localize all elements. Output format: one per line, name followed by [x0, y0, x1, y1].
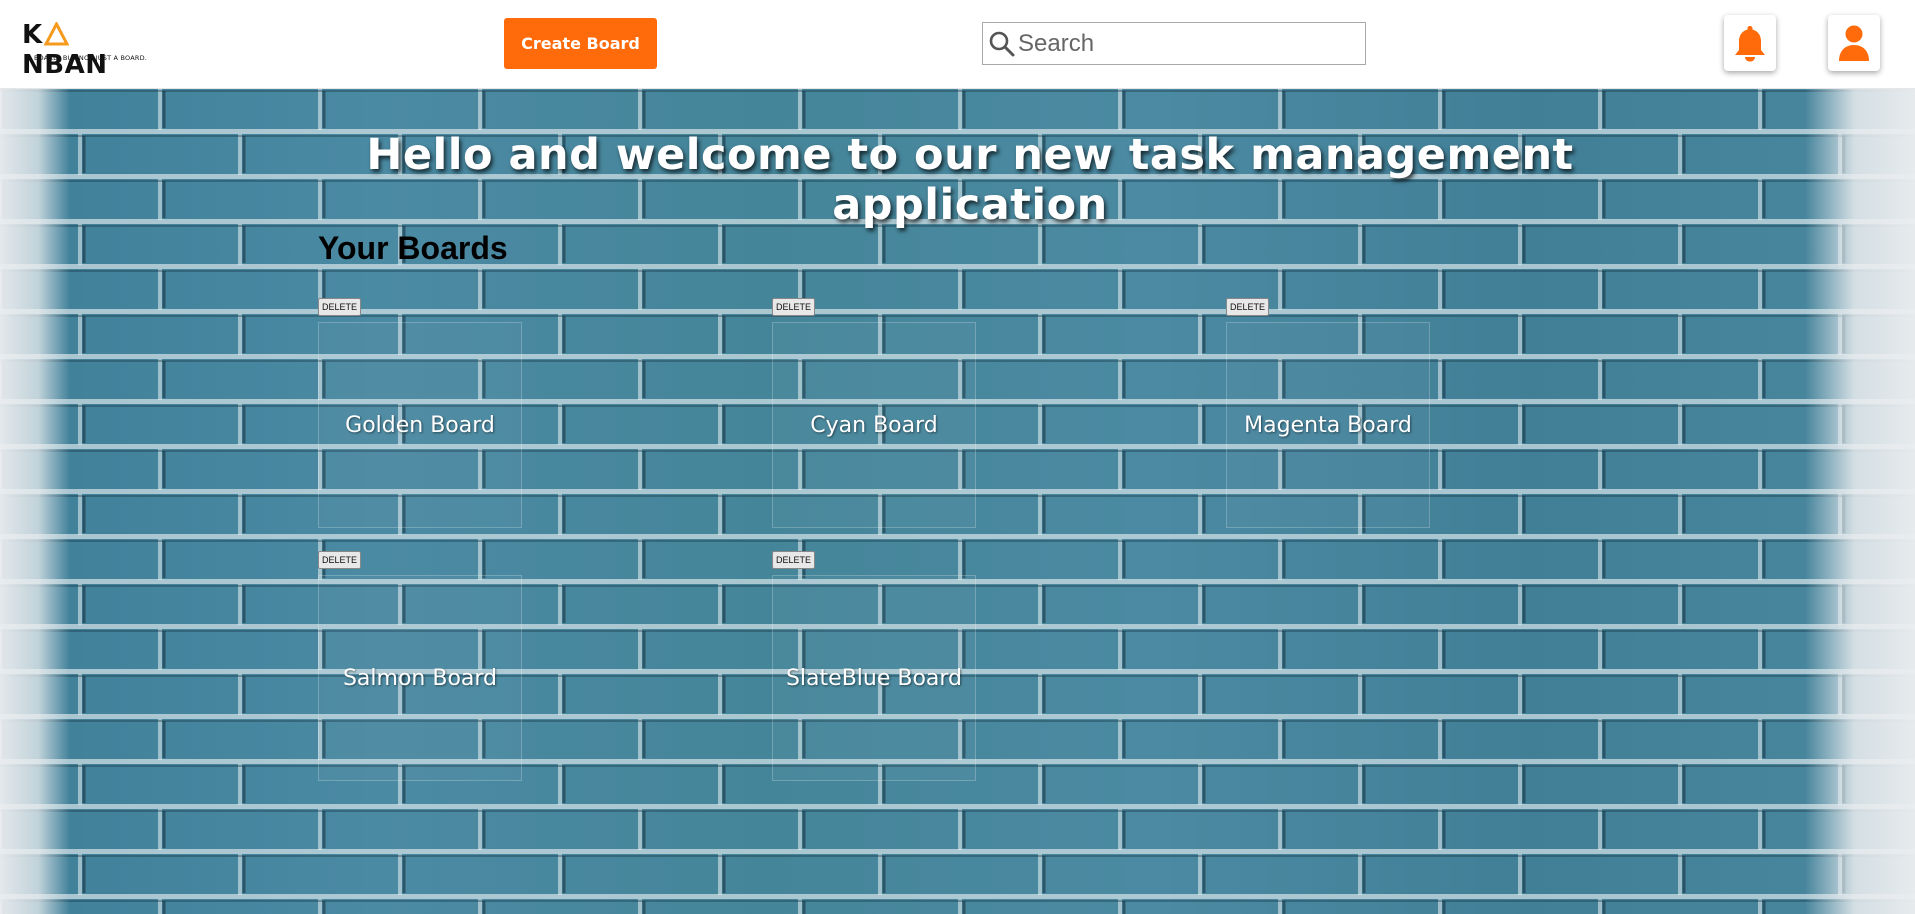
- top-navbar: K NBAN BOARD. BUT NOT JUST A BOARD. Crea…: [0, 0, 1915, 89]
- delete-board-button[interactable]: DELETE: [772, 298, 816, 316]
- logo-tagline: BOARD. BUT NOT JUST A BOARD.: [34, 54, 148, 62]
- delete-board-button[interactable]: DELETE: [1226, 298, 1270, 316]
- user-icon: [1839, 25, 1869, 61]
- board-name: Golden Board: [345, 412, 495, 438]
- board-tile: DELETE Golden Board: [318, 298, 522, 528]
- search-icon: [989, 31, 1015, 56]
- delete-board-button[interactable]: DELETE: [772, 551, 816, 569]
- board-name: Salmon Board: [342, 665, 498, 691]
- board-card[interactable]: Magenta Board: [1226, 322, 1430, 528]
- board-tile: DELETE Cyan Board: [772, 298, 976, 528]
- wall-whitewash-right: [1805, 89, 1915, 914]
- board-card[interactable]: Golden Board: [318, 322, 522, 528]
- board-card[interactable]: SlateBlue Board: [772, 575, 976, 781]
- board-tile: DELETE SlateBlue Board: [772, 551, 976, 781]
- board-name: Magenta Board: [1244, 412, 1412, 438]
- bell-icon: [1735, 26, 1765, 62]
- board-tile: DELETE Salmon Board: [318, 551, 522, 781]
- board-name: SlateBlue Board: [785, 665, 963, 691]
- board-name: Cyan Board: [810, 412, 938, 438]
- welcome-heading: Hello and welcome to our new task manage…: [366, 130, 1574, 230]
- triangle-logo-icon: [43, 22, 69, 46]
- search-box[interactable]: [982, 22, 1366, 65]
- notifications-button[interactable]: [1724, 15, 1776, 71]
- board-card[interactable]: Salmon Board: [318, 575, 522, 781]
- logo-wordmark: K NBAN: [22, 20, 154, 80]
- logo-letter-k: K: [22, 20, 43, 50]
- user-profile-button[interactable]: [1828, 15, 1880, 71]
- board-list-area: Hello and welcome to our new task manage…: [0, 89, 1915, 914]
- delete-board-button[interactable]: DELETE: [318, 298, 362, 316]
- kanban-logo[interactable]: K NBAN BOARD. BUT NOT JUST A BOARD.: [22, 20, 154, 80]
- create-board-button[interactable]: Create Board: [504, 18, 657, 69]
- your-boards-title: Your Boards: [318, 230, 508, 266]
- search-input[interactable]: [1018, 29, 1348, 58]
- delete-board-button[interactable]: DELETE: [318, 551, 362, 569]
- board-card[interactable]: Cyan Board: [772, 322, 976, 528]
- board-tile: DELETE Magenta Board: [1226, 298, 1430, 528]
